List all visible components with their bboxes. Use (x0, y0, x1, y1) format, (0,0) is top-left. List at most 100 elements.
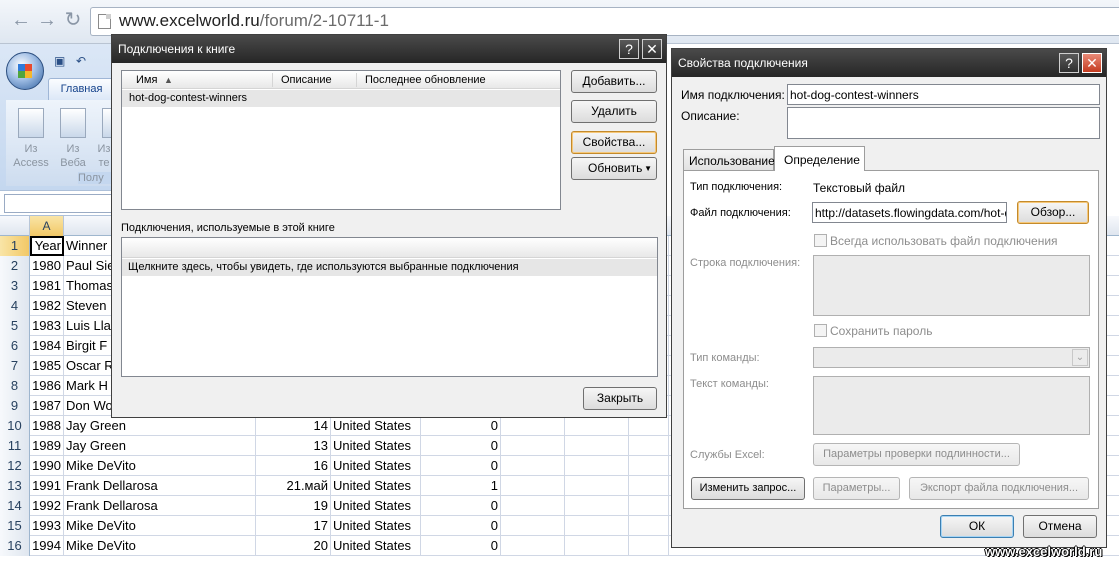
cell-a[interactable]: 1982 (30, 296, 64, 316)
cell-a[interactable]: 1992 (30, 496, 64, 516)
used-connections-list[interactable]: Щелкните здесь, чтобы увидеть, где испол… (121, 237, 658, 377)
cell-c[interactable]: 16 (256, 456, 331, 476)
cell-a[interactable]: 1993 (30, 516, 64, 536)
tab-usage[interactable]: Использование (683, 149, 775, 170)
cell-empty[interactable] (565, 456, 629, 476)
tab-home[interactable]: Главная (48, 78, 115, 100)
cell-empty[interactable] (629, 496, 669, 516)
cell-e[interactable]: 0 (421, 416, 501, 436)
cell-d[interactable]: United States (331, 456, 421, 476)
cell-e[interactable]: 0 (421, 496, 501, 516)
cell-empty[interactable] (629, 436, 669, 456)
row-header[interactable]: 3 (0, 276, 30, 296)
row-header[interactable]: 8 (0, 376, 30, 396)
cell-a[interactable]: 1989 (30, 436, 64, 456)
cell-c[interactable]: 20 (256, 536, 331, 556)
properties-button[interactable]: Свойства... (571, 131, 657, 154)
connection-name-field[interactable]: hot-dog-contest-winners (787, 84, 1100, 105)
office-button[interactable] (6, 52, 44, 90)
cell-empty[interactable] (629, 476, 669, 496)
cell-b[interactable]: Frank Dellarosa (64, 496, 256, 516)
cell-empty[interactable] (629, 416, 669, 436)
close-button[interactable]: Закрыть (583, 387, 657, 410)
col-updated-header[interactable]: Последнее обновление (365, 74, 486, 86)
cell-a[interactable]: 1986 (30, 376, 64, 396)
cell-b[interactable]: Frank Dellarosa (64, 476, 256, 496)
tab-definition[interactable]: Определение (774, 146, 865, 171)
parameters-button[interactable]: Параметры... (813, 477, 900, 500)
row-header[interactable]: 5 (0, 316, 30, 336)
always-use-file-checkbox[interactable] (814, 234, 827, 247)
cell-empty[interactable] (501, 436, 565, 456)
row-header[interactable]: 12 (0, 456, 30, 476)
refresh-button[interactable]: Обновить ▼ (571, 157, 657, 180)
cell-c[interactable]: 17 (256, 516, 331, 536)
col-description-header[interactable]: Описание (281, 74, 332, 86)
name-box[interactable] (4, 194, 112, 213)
cell-a[interactable]: 1987 (30, 396, 64, 416)
cell-d[interactable]: United States (331, 436, 421, 456)
cell-a[interactable]: 1985 (30, 356, 64, 376)
connections-list[interactable]: Имя ▲ Описание Последнее обновление hot-… (121, 70, 561, 210)
cell-e[interactable]: 0 (421, 436, 501, 456)
connection-row[interactable]: hot-dog-contest-winners (122, 90, 560, 107)
cell-empty[interactable] (565, 516, 629, 536)
undo-icon[interactable]: ↶ (76, 54, 90, 68)
cancel-button[interactable]: Отмена (1023, 515, 1097, 538)
command-type-select[interactable]: ⌄ (813, 347, 1090, 368)
back-arrow-icon[interactable]: ← (10, 9, 32, 31)
from-web-icon[interactable] (60, 108, 86, 138)
used-connections-hint-row[interactable]: Щелкните здесь, чтобы увидеть, где испол… (122, 259, 657, 276)
cell-a[interactable]: 1983 (30, 316, 64, 336)
delete-button[interactable]: Удалить (571, 100, 657, 123)
cell-a[interactable]: 1990 (30, 456, 64, 476)
select-all-corner[interactable] (0, 216, 30, 236)
cell-c[interactable]: 14 (256, 416, 331, 436)
cell-empty[interactable] (501, 496, 565, 516)
cell-empty[interactable] (565, 496, 629, 516)
add-button[interactable]: Добавить... (571, 70, 657, 93)
export-connection-button[interactable]: Экспорт файла подключения... (909, 477, 1089, 500)
cell-a[interactable]: 1984 (30, 336, 64, 356)
save-icon[interactable]: ▣ (54, 54, 68, 68)
row-header[interactable]: 11 (0, 436, 30, 456)
cell-empty[interactable] (629, 516, 669, 536)
row-header[interactable]: 10 (0, 416, 30, 436)
cell-a[interactable]: 1980 (30, 256, 64, 276)
edit-query-button[interactable]: Изменить запрос... (691, 477, 805, 500)
cell-d[interactable]: United States (331, 516, 421, 536)
row-header[interactable]: 4 (0, 296, 30, 316)
help-icon[interactable]: ? (1059, 53, 1079, 73)
cell-a[interactable]: 1994 (30, 536, 64, 556)
row-header[interactable]: 1 (0, 236, 30, 256)
cell-empty[interactable] (565, 436, 629, 456)
cell-empty[interactable] (501, 476, 565, 496)
cell-c[interactable]: 21.май (256, 476, 331, 496)
cell-e[interactable]: 0 (421, 516, 501, 536)
from-access-icon[interactable] (18, 108, 44, 138)
cell-e[interactable]: 0 (421, 536, 501, 556)
row-header[interactable]: 16 (0, 536, 30, 556)
row-header[interactable]: 6 (0, 336, 30, 356)
cell-empty[interactable] (565, 416, 629, 436)
conn-string-field[interactable] (813, 255, 1090, 316)
cell-empty[interactable] (501, 456, 565, 476)
cell-b[interactable]: Mike DeVito (64, 456, 256, 476)
column-header-a[interactable]: A (30, 216, 64, 236)
auth-settings-button[interactable]: Параметры проверки подлинности... (813, 443, 1020, 466)
cell-a[interactable]: 1988 (30, 416, 64, 436)
cell-empty[interactable] (629, 536, 669, 556)
row-header[interactable]: 2 (0, 256, 30, 276)
cell-c[interactable]: 13 (256, 436, 331, 456)
cell-a[interactable]: 1991 (30, 476, 64, 496)
conn-file-field[interactable]: http://datasets.flowingdata.com/hot-dog (812, 202, 1007, 223)
row-header[interactable]: 9 (0, 396, 30, 416)
cell-e[interactable]: 0 (421, 456, 501, 476)
save-password-checkbox[interactable] (814, 324, 827, 337)
cell-empty[interactable] (565, 536, 629, 556)
browse-button[interactable]: Обзор... (1017, 201, 1089, 224)
cell-a[interactable]: 1981 (30, 276, 64, 296)
col-name-header[interactable]: Имя (136, 74, 157, 86)
cell-b[interactable]: Jay Green (64, 416, 256, 436)
cell-empty[interactable] (629, 456, 669, 476)
